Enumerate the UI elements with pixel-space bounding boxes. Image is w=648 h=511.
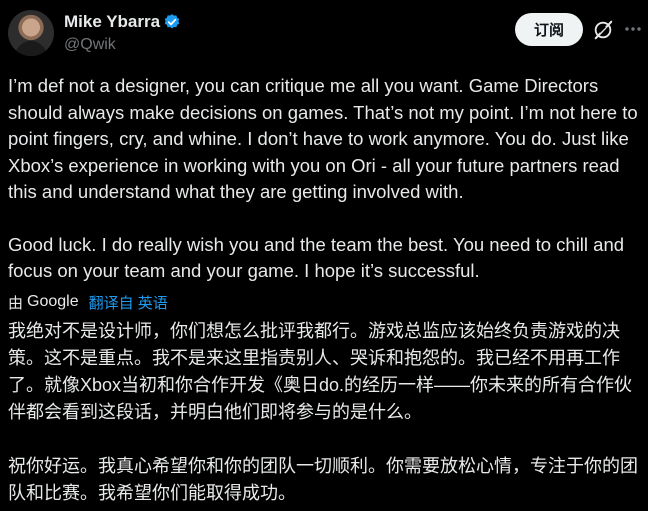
translated-paragraph: 我绝对不是设计师，你们想怎么批评我都行。游戏总监应该始终负责游戏的决策。这不是重… [8, 321, 633, 422]
translation-attribution: 由 Google 翻译自 英语 [8, 291, 168, 313]
more-options-icon[interactable] [624, 20, 642, 38]
post-header: Mike Ybarra @Qwik 订阅 [0, 0, 648, 66]
translated-from-link[interactable]: 翻译自 英语 [89, 292, 168, 313]
google-logo: Google [27, 293, 79, 310]
subscribe-button[interactable]: 订阅 [515, 13, 583, 46]
grok-icon[interactable] [592, 19, 614, 41]
avatar[interactable] [8, 10, 54, 56]
verified-badge-icon [164, 14, 180, 29]
translated-by-label: 由 [8, 294, 24, 312]
post-paragraph: I’m def not a designer, you can critique… [8, 75, 638, 202]
translated-paragraph: 祝你好运。我真心希望你和你的团队一切顺利。你需要放松心情，专注于你的团队和比赛。… [8, 456, 638, 503]
post-text: I’m def not a designer, you can critique… [8, 73, 644, 285]
author-name[interactable]: Mike Ybarra [64, 12, 160, 32]
author-handle[interactable]: @Qwik [64, 36, 116, 54]
translated-text: 我绝对不是设计师，你们想怎么批评我都行。游戏总监应该始终负责游戏的决策。这不是重… [8, 318, 644, 507]
post-paragraph: Good luck. I do really wish you and the … [8, 233, 625, 282]
